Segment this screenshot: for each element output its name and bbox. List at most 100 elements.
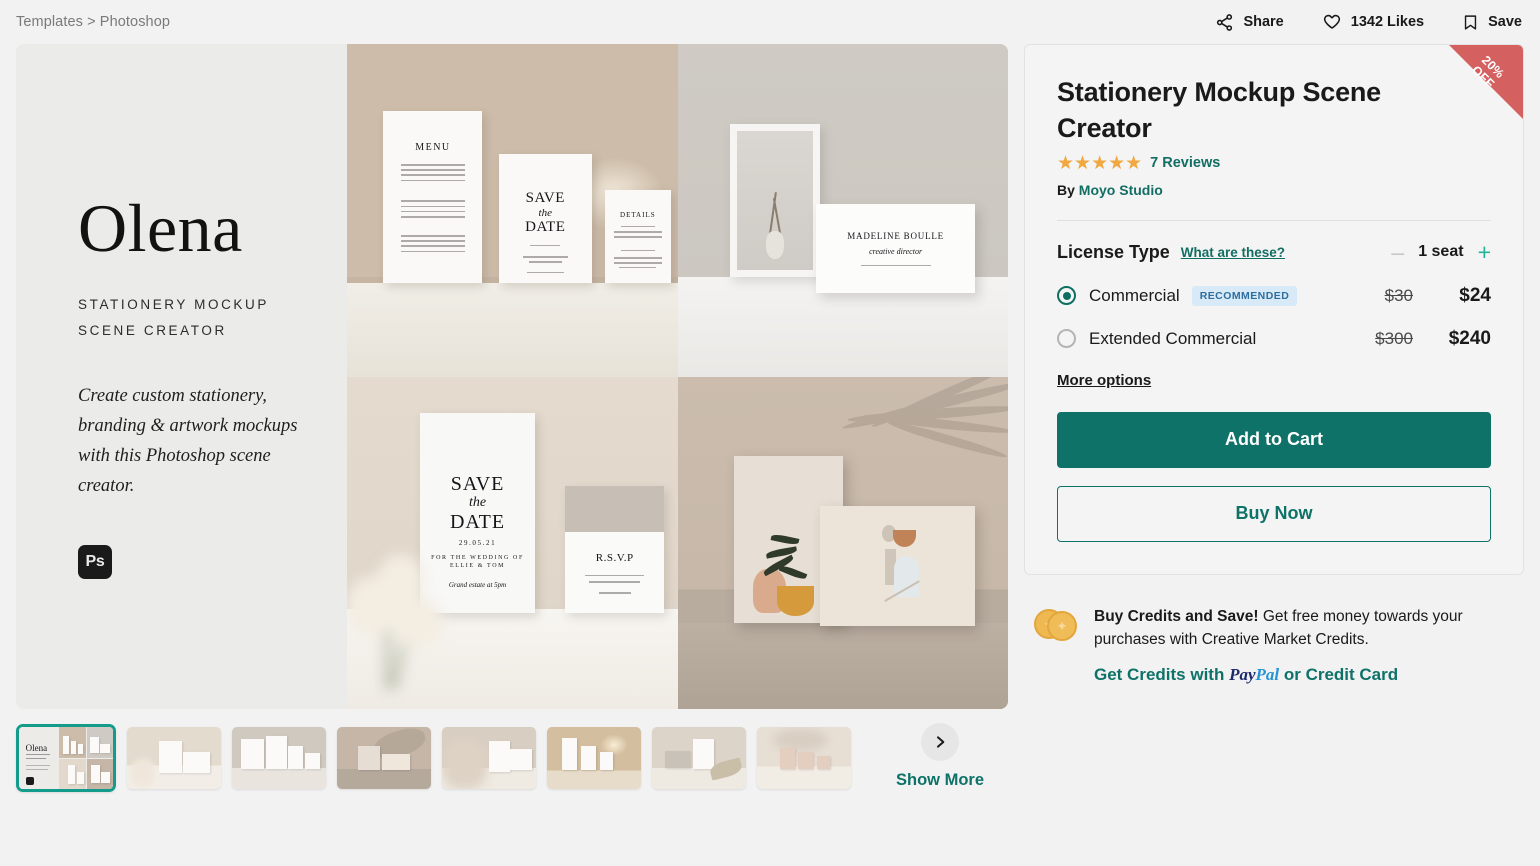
hero-cover-panel: Olena STATIONERY MOCKUP SCENE CREATOR Cr… xyxy=(16,44,347,709)
thumbnail-cover-olena[interactable]: Olena xyxy=(16,724,116,792)
paypal-pay: Pay xyxy=(1229,665,1256,685)
show-more-button[interactable]: Show More xyxy=(896,723,984,790)
credits-copy: Buy Credits and Save! Get free money tow… xyxy=(1094,605,1482,686)
hero-brand-title: Olena xyxy=(78,190,243,266)
thumbnail-blush-trio[interactable] xyxy=(757,727,851,789)
heart-icon xyxy=(1322,12,1342,32)
std-date-word: DATE xyxy=(525,218,566,235)
get-credits-suffix: or Credit Card xyxy=(1279,665,1399,685)
page-body: Olena STATIONERY MOCKUP SCENE CREATOR Cr… xyxy=(0,44,1540,709)
top-bar-actions: Share 1342 Likes Save xyxy=(1215,12,1522,32)
gallery-image-menu-set[interactable]: MENU SAVE the DATE DETAILS xyxy=(347,44,678,377)
thumbnail-flowers-cards[interactable] xyxy=(127,727,221,789)
thumbnail-warm-candle-cards[interactable] xyxy=(547,727,641,789)
by-prefix: By xyxy=(1057,181,1075,198)
hero-description: Create custom stationery, branding & art… xyxy=(78,385,298,496)
save-the-date-card: SAVE the DATE xyxy=(499,153,592,284)
page-title: Stationery Mockup Scene Creator xyxy=(1057,77,1381,143)
license-option-commercial[interactable]: Commercial RECOMMENDED $30 $24 xyxy=(1057,285,1491,307)
decrement-button[interactable]: – xyxy=(1391,240,1404,264)
details-card: DETAILS xyxy=(604,190,671,284)
std-save: SAVE xyxy=(525,190,565,207)
rsvp-title: R.S.V.P xyxy=(595,551,634,564)
seat-quantity-value: 1 seat xyxy=(1418,243,1464,261)
star-rating-icon: ★★★★★ xyxy=(1057,152,1143,174)
hero-subtitle-line-2: SCENE CREATOR xyxy=(78,323,227,339)
bookmark-icon xyxy=(1462,13,1479,32)
share-icon xyxy=(1215,13,1234,32)
increment-button[interactable]: + xyxy=(1478,240,1491,264)
radio-commercial[interactable] xyxy=(1057,286,1076,306)
price-current: $24 xyxy=(1459,284,1491,306)
price-current-extended: $240 xyxy=(1448,327,1491,349)
divider xyxy=(1057,219,1491,221)
license-header: License Type What are these? – 1 seat + xyxy=(1057,240,1491,264)
envelope-with-rsvp: R.S.V.P xyxy=(565,486,665,613)
business-card-role: creative director xyxy=(869,246,923,256)
likes-label: 1342 Likes xyxy=(1350,14,1425,30)
photo-frame xyxy=(730,123,820,277)
floor-surface xyxy=(347,283,678,377)
price-original: $30 xyxy=(1384,285,1413,305)
share-button[interactable]: Share xyxy=(1215,13,1284,32)
get-credits-link[interactable]: Get Credits with PayPal or Credit Card xyxy=(1094,665,1482,685)
buy-box: 20% OFF Stationery Mockup Scene Creator … xyxy=(1024,44,1524,575)
save-button[interactable]: Save xyxy=(1462,13,1522,32)
rating-row: ★★★★★ 7 Reviews xyxy=(1057,154,1491,173)
hero-subtitle-line-1: STATIONERY MOCKUP xyxy=(78,297,269,312)
details-title: DETAILS xyxy=(620,210,656,219)
thumbnail-dried-flower-cards[interactable] xyxy=(442,727,536,789)
discount-ribbon xyxy=(1449,45,1523,119)
thumbnail-leaf-invites[interactable] xyxy=(652,727,746,789)
author-row: By Moyo Studio xyxy=(1057,182,1491,198)
breadcrumb[interactable]: Templates > Photoshop xyxy=(16,14,170,30)
business-card: MADELINE BOULLE creative director xyxy=(816,203,975,294)
business-card-name: MADELINE BOULLE xyxy=(847,230,944,241)
std2-save: SAVE xyxy=(450,472,505,495)
license-option-name: Commercial xyxy=(1089,285,1180,305)
buy-credits-promo: ✦ ✦ Buy Credits and Save! Get free money… xyxy=(1024,605,1524,686)
gallery-image-grid: MENU SAVE the DATE DETAILS MADELINE BOUL… xyxy=(347,44,1008,709)
product-gallery[interactable]: Olena STATIONERY MOCKUP SCENE CREATOR Cr… xyxy=(16,44,1008,709)
license-option-extended[interactable]: Extended Commercial $300 $240 xyxy=(1057,328,1491,350)
credits-text: Buy Credits and Save! Get free money tow… xyxy=(1094,605,1482,652)
gallery-image-art-prints[interactable] xyxy=(677,376,1008,709)
quantity-stepper: – 1 seat + xyxy=(1391,240,1491,264)
chevron-right-icon xyxy=(921,723,959,761)
share-label: Share xyxy=(1243,14,1284,30)
price-original-extended: $300 xyxy=(1375,328,1413,348)
hero-subtitle: STATIONERY MOCKUP SCENE CREATOR xyxy=(78,292,347,345)
thumbnail-strip: Olena Show More xyxy=(0,709,1540,792)
gallery-image-save-the-date[interactable]: R.S.V.P SAVE the DATE 29.05.21 FOR THE W… xyxy=(347,376,678,709)
std2-date: DATE xyxy=(449,510,506,533)
coins-icon: ✦ ✦ xyxy=(1034,607,1078,641)
thumbnail-frames-set[interactable] xyxy=(232,727,326,789)
menu-card: MENU xyxy=(383,110,483,284)
author-link[interactable]: Moyo Studio xyxy=(1079,182,1163,198)
paypal-pal: Pal xyxy=(1255,665,1280,685)
thumbnail-palm-shadow-prints[interactable] xyxy=(337,727,431,789)
stone-floor xyxy=(677,622,1008,709)
save-label: Save xyxy=(1488,14,1522,30)
license-help-link[interactable]: What are these? xyxy=(1181,245,1285,260)
license-type-label: License Type xyxy=(1057,241,1170,262)
license-option-name-extended: Extended Commercial xyxy=(1089,328,1257,348)
likes-button[interactable]: 1342 Likes xyxy=(1322,12,1424,32)
recommended-badge: RECOMMENDED xyxy=(1191,285,1298,306)
reviews-link[interactable]: 7 Reviews xyxy=(1150,155,1220,171)
top-bar: Templates > Photoshop Share 1342 Likes S… xyxy=(0,0,1540,44)
buy-now-button[interactable]: Buy Now xyxy=(1057,485,1491,542)
blurred-flowers xyxy=(347,536,453,690)
add-to-cart-button[interactable]: Add to Cart xyxy=(1057,411,1491,468)
std-the: the xyxy=(538,206,552,219)
radio-extended-commercial[interactable] xyxy=(1057,329,1076,349)
gallery-image-business-card[interactable]: MADELINE BOULLE creative director xyxy=(677,44,1008,377)
abstract-art-print xyxy=(819,506,975,626)
purchase-sidebar: 20% OFF Stationery Mockup Scene Creator … xyxy=(1024,44,1524,685)
paypal-logo: PayPal xyxy=(1229,665,1279,684)
menu-card-title: MENU xyxy=(415,141,451,153)
more-options-link[interactable]: More options xyxy=(1057,372,1151,389)
show-more-label: Show More xyxy=(896,771,985,789)
photoshop-badge-icon: Ps xyxy=(78,544,112,579)
std2-the: the xyxy=(468,494,487,510)
